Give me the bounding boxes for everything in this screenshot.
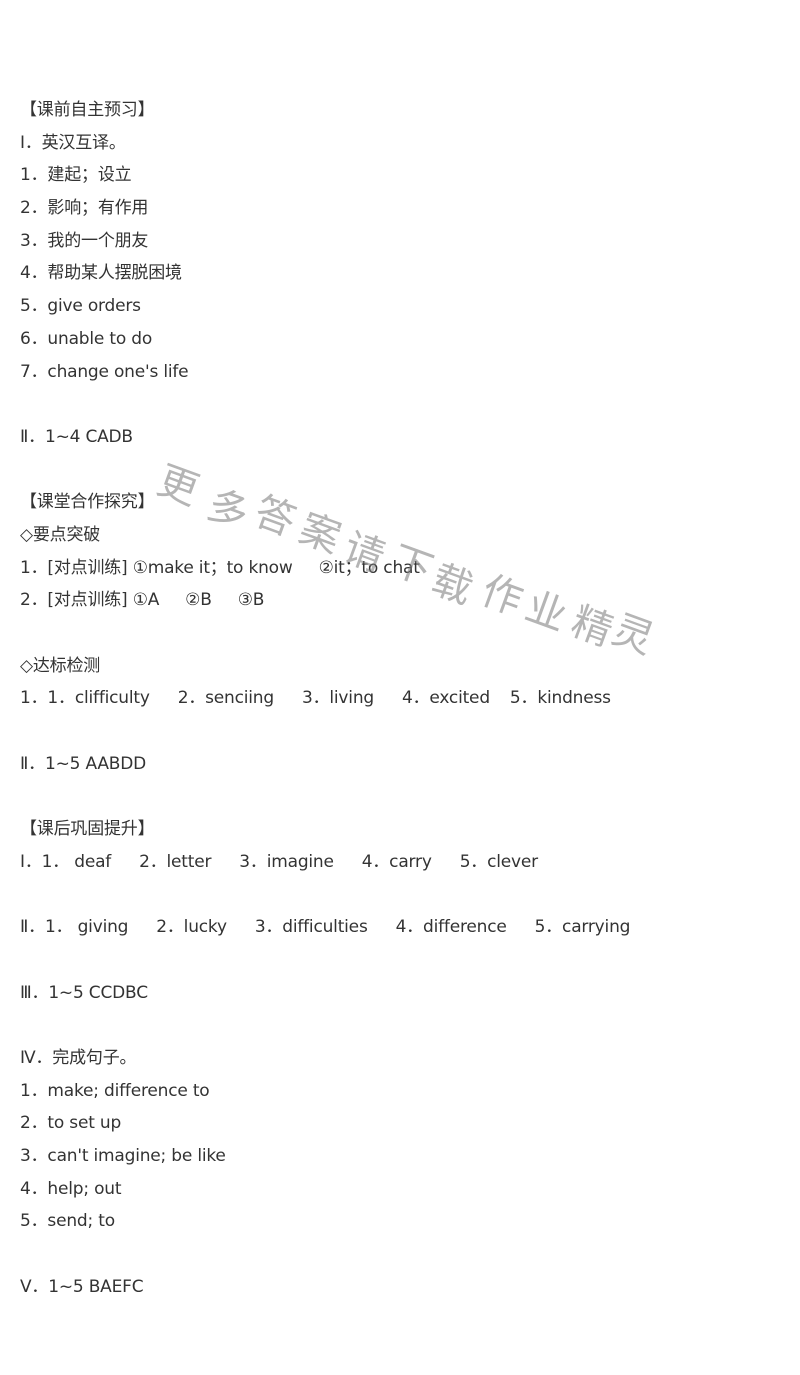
answer: 5．kindness — [509, 688, 611, 709]
answer-line: Ⅱ．1． giving 2．lucky 3．difficulties 4．differ… — [20, 911, 790, 944]
answer: 3．difficulties — [254, 917, 368, 938]
answer: 2．lucky — [156, 917, 227, 938]
item-prefix: Ⅱ． — [20, 917, 45, 938]
answer-item: 4．帮助某人摆脱困境 — [20, 263, 182, 284]
part-title: Ⅰ．英汉互译。 — [20, 132, 126, 153]
item-prefix: 1． — [20, 688, 48, 709]
answer-line: Ⅱ．1~5 AABDD — [20, 753, 147, 774]
answer: 1． deaf — [41, 851, 112, 872]
answer-c: ③B — [237, 590, 265, 611]
item-prefix: Ⅰ． — [20, 851, 42, 872]
answer-item: 3．can't imagine; be like — [20, 1146, 226, 1166]
answer-b: ②it；to chat — [318, 557, 420, 578]
answer-line: Ⅲ．1~5 CCDBC — [20, 982, 148, 1003]
answer-line: Ⅴ．1~5 BAEFC — [20, 1276, 144, 1297]
part-title: Ⅳ．完成句子。 — [20, 1047, 137, 1068]
answer-line: 1．[对点训练] ①make it；to know ②it；to chat — [20, 552, 790, 585]
answer-item: 3．我的一个朋友 — [20, 230, 149, 251]
answer: 2．letter — [139, 851, 212, 872]
answer-item: 1．建起；设立 — [20, 165, 132, 186]
answer: 2．senciing — [177, 688, 274, 709]
subsection-title: ◇达标检测 — [20, 655, 101, 676]
answer: 4．difference — [395, 917, 507, 938]
answer-line: 1．1．clifficulty 2．senciing 3．living 4．excit… — [20, 682, 790, 715]
answer: 1． giving — [44, 917, 129, 938]
answer-item: 5．give orders — [20, 296, 141, 317]
answer-item: 2．to set up — [20, 1113, 122, 1134]
answer: 1．clifficulty — [47, 688, 150, 709]
section-heading-after: 【课后巩固提升】 — [20, 819, 155, 840]
answer-item: 7．change one's life — [20, 361, 189, 382]
answer: 5．carrying — [534, 917, 631, 938]
answer: 3．imagine — [239, 851, 334, 872]
answer: 3．living — [301, 688, 374, 709]
answer-item: 2．影响；有作用 — [20, 198, 149, 219]
section-heading-preview: 【课前自主预习】 — [20, 100, 155, 120]
section-heading-classroom: 【课堂合作探究】 — [20, 492, 155, 513]
subsection-title: ◇要点突破 — [20, 524, 101, 545]
answer-item: 4．help; out — [20, 1178, 122, 1199]
answer-item: 6．unable to do — [20, 328, 153, 349]
answer: 4．carry — [361, 851, 432, 872]
item-prefix: 1．[对点训练] — [20, 557, 133, 578]
answer-b: ②B — [185, 590, 212, 611]
answer-item: 5．send; to — [20, 1211, 115, 1232]
answer-line: 2．[对点训练] ①A ②B ③B — [20, 584, 790, 617]
answer-line: Ⅰ．1． deaf 2．letter 3．imagine 4．carry 5．cleve… — [20, 846, 790, 879]
answer-document: 【课前自主预习】 Ⅰ．英汉互译。 1．建起；设立 2．影响；有作用 3．我的一个… — [20, 94, 790, 1303]
answer: 5．clever — [459, 851, 538, 872]
answer-a: ①make it；to know — [132, 557, 293, 578]
item-prefix: 2．[对点训练] — [20, 590, 133, 611]
answer-a: ①A — [132, 590, 160, 611]
answer-line: Ⅱ．1~4 CADB — [20, 426, 133, 447]
answer-item: 1．make; difference to — [20, 1080, 210, 1101]
answer: 4．excited — [401, 688, 490, 709]
